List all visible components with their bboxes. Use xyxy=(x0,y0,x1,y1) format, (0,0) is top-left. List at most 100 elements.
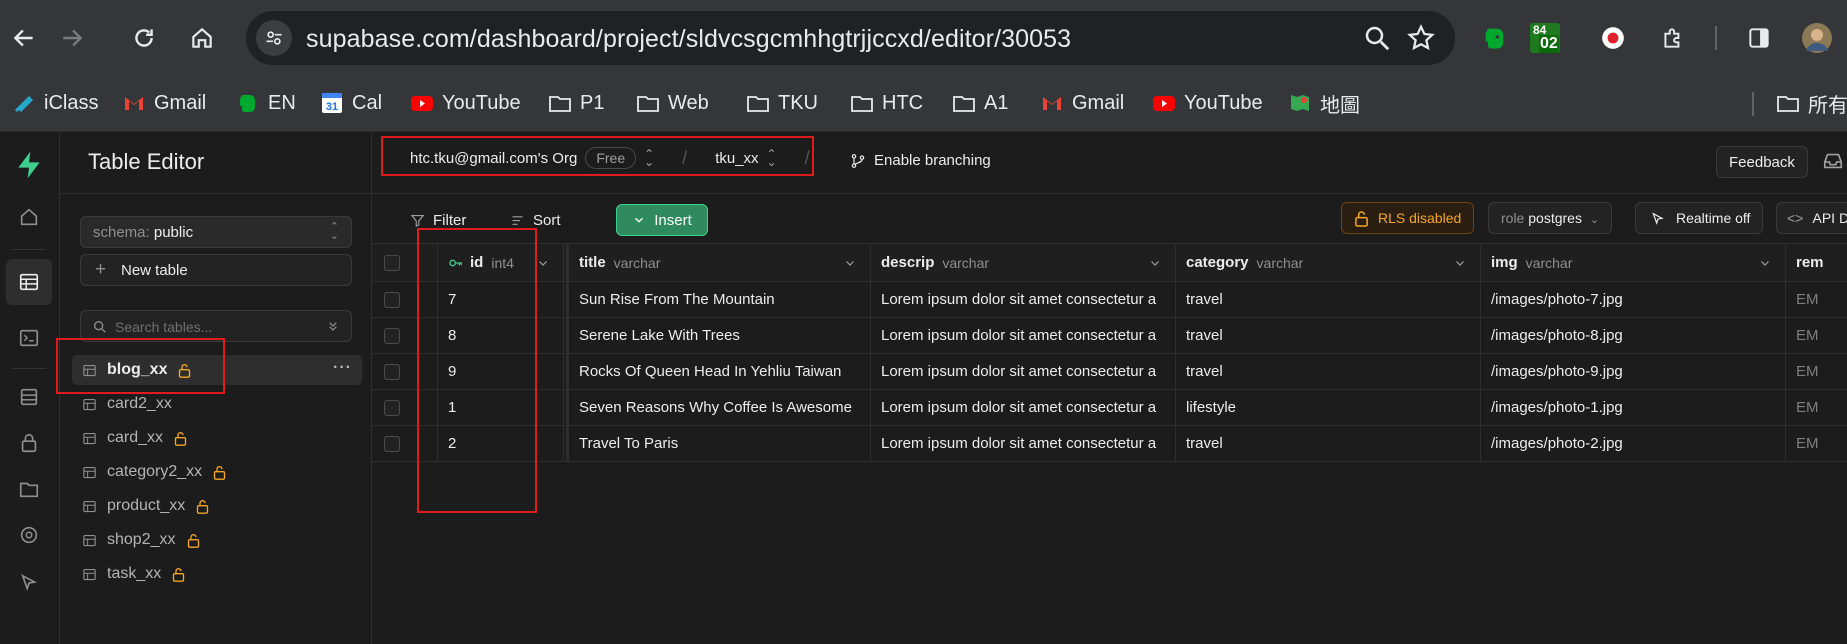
chevron-down-icon[interactable] xyxy=(844,257,856,269)
realtime-toggle-button[interactable]: Realtime off xyxy=(1635,202,1764,234)
chevrons-down-icon[interactable] xyxy=(325,318,341,334)
cell-id[interactable]: 2 xyxy=(438,426,564,461)
schema-selector[interactable]: schema: public ⌃ ⌄ xyxy=(80,216,352,248)
cell-rem[interactable]: EM xyxy=(1786,318,1847,353)
table-item-blog-xx[interactable]: blog_xx ··· xyxy=(72,355,362,385)
chevron-down-icon[interactable] xyxy=(1454,257,1466,269)
feedback-button[interactable]: Feedback xyxy=(1716,146,1808,178)
chevron-down-icon[interactable] xyxy=(1759,257,1771,269)
bookmark-folder-tku[interactable]: TKU xyxy=(746,85,818,121)
bookmark-en[interactable]: EN xyxy=(236,85,296,121)
badge-extension[interactable]: 84 02 xyxy=(1528,20,1562,56)
cell-category[interactable]: travel xyxy=(1176,354,1481,389)
cell-title[interactable]: Rocks Of Queen Head In Yehliu Taiwan xyxy=(566,354,871,389)
column-header-id[interactable]: id int4 xyxy=(438,244,564,281)
table-item-product-xx[interactable]: product_xx xyxy=(72,491,362,521)
cell-id[interactable]: 1 xyxy=(438,390,564,425)
column-header-descrip[interactable]: descrip varchar xyxy=(871,244,1176,281)
address-bar[interactable]: supabase.com/dashboard/project/sldvcsgcm… xyxy=(246,11,1455,65)
cell-img[interactable]: /images/photo-8.jpg xyxy=(1481,318,1786,353)
sort-button[interactable]: Sort xyxy=(510,206,561,234)
select-all-checkbox[interactable] xyxy=(384,254,400,271)
site-info-button[interactable] xyxy=(256,20,292,56)
rail-auth[interactable] xyxy=(6,420,52,466)
filter-button[interactable]: Filter xyxy=(410,206,466,234)
zoom-icon[interactable] xyxy=(1362,23,1392,53)
bookmark-folder-web[interactable]: Web xyxy=(636,85,709,121)
bookmark-gmail-2[interactable]: Gmail xyxy=(1040,85,1124,121)
bookmark-iclass[interactable]: iClass xyxy=(12,85,98,121)
row-checkbox[interactable] xyxy=(384,291,400,308)
bookmark-folder-htc[interactable]: HTC xyxy=(850,85,923,121)
table-row[interactable]: 7 Sun Rise From The Mountain Lorem ipsum… xyxy=(372,282,1847,318)
cell-descrip[interactable]: Lorem ipsum dolor sit amet consectetur a xyxy=(871,282,1176,317)
role-selector[interactable]: role postgres ⌄ xyxy=(1488,202,1613,234)
table-item-card2-xx[interactable]: card2_xx xyxy=(72,389,362,419)
row-checkbox[interactable] xyxy=(384,363,400,380)
bookmark-gmail[interactable]: Gmail xyxy=(122,85,206,121)
table-item-card-xx[interactable]: card_xx xyxy=(72,423,362,453)
rail-home[interactable] xyxy=(6,194,52,240)
profile-avatar[interactable] xyxy=(1800,20,1834,56)
row-checkbox[interactable] xyxy=(384,435,400,452)
rail-edge-functions[interactable] xyxy=(6,560,52,606)
org-selector[interactable]: htc.tku@gmail.com's Org xyxy=(410,150,577,167)
cell-category[interactable]: lifestyle xyxy=(1176,390,1481,425)
evernote-extension[interactable] xyxy=(1478,20,1512,56)
cell-category[interactable]: travel xyxy=(1176,282,1481,317)
cell-img[interactable]: /images/photo-9.jpg xyxy=(1481,354,1786,389)
bookmark-cal[interactable]: 31 Cal xyxy=(320,85,382,121)
table-item-category2-xx[interactable]: category2_xx xyxy=(72,457,362,487)
url-text[interactable]: supabase.com/dashboard/project/sldvcsgcm… xyxy=(306,25,1071,54)
row-checkbox[interactable] xyxy=(384,327,400,344)
enable-branching-button[interactable]: Enable branching xyxy=(850,152,991,169)
cell-rem[interactable]: EM xyxy=(1786,354,1847,389)
table-row[interactable]: 1 Seven Reasons Why Coffee Is Awesome Lo… xyxy=(372,390,1847,426)
home-button[interactable] xyxy=(184,20,220,56)
bookmark-maps[interactable]: 地圖 xyxy=(1288,85,1360,121)
cell-rem[interactable]: EM xyxy=(1786,426,1847,461)
column-header-category[interactable]: category varchar xyxy=(1176,244,1481,281)
column-header-rem[interactable]: rem xyxy=(1786,244,1847,281)
cell-img[interactable]: /images/photo-2.jpg xyxy=(1481,426,1786,461)
supabase-logo[interactable] xyxy=(6,142,52,188)
column-header-img[interactable]: img varchar xyxy=(1481,244,1786,281)
cell-descrip[interactable]: Lorem ipsum dolor sit amet consectetur a xyxy=(871,426,1176,461)
chevron-down-icon[interactable] xyxy=(1149,257,1161,269)
cell-category[interactable]: travel xyxy=(1176,318,1481,353)
cell-category[interactable]: travel xyxy=(1176,426,1481,461)
reload-button[interactable] xyxy=(126,20,162,56)
cell-descrip[interactable]: Lorem ipsum dolor sit amet consectetur a xyxy=(871,318,1176,353)
inbox-icon[interactable] xyxy=(1822,150,1844,172)
chevron-updown-icon[interactable]: ⌃ ⌄ xyxy=(767,148,777,168)
table-row[interactable]: 2 Travel To Paris Lorem ipsum dolor sit … xyxy=(372,426,1847,462)
cell-img[interactable]: /images/photo-1.jpg xyxy=(1481,390,1786,425)
cell-title[interactable]: Serene Lake With Trees xyxy=(566,318,871,353)
bookmark-youtube[interactable]: YouTube xyxy=(410,85,521,121)
api-docs-button[interactable]: <> API D xyxy=(1776,202,1847,234)
bookmark-folder-a1[interactable]: A1 xyxy=(952,85,1008,121)
star-icon[interactable] xyxy=(1406,23,1436,53)
cell-rem[interactable]: EM xyxy=(1786,282,1847,317)
cell-img[interactable]: /images/photo-7.jpg xyxy=(1481,282,1786,317)
chevron-down-icon[interactable] xyxy=(537,257,549,269)
cell-id[interactable]: 9 xyxy=(438,354,564,389)
insert-button[interactable]: Insert xyxy=(616,204,708,236)
cell-id[interactable]: 7 xyxy=(438,282,564,317)
side-panel-button[interactable] xyxy=(1742,20,1776,56)
cell-id[interactable]: 8 xyxy=(438,318,564,353)
rail-database[interactable] xyxy=(6,374,52,420)
forward-button[interactable] xyxy=(54,20,90,56)
record-extension[interactable] xyxy=(1596,20,1630,56)
rail-realtime[interactable] xyxy=(6,512,52,558)
bookmark-youtube-2[interactable]: YouTube xyxy=(1152,85,1263,121)
project-selector[interactable]: tku_xx xyxy=(715,150,758,167)
cell-descrip[interactable]: Lorem ipsum dolor sit amet consectetur a xyxy=(871,390,1176,425)
row-checkbox[interactable] xyxy=(384,399,400,416)
bookmark-all-folder[interactable]: 所有 xyxy=(1776,85,1847,121)
table-item-shop2-xx[interactable]: shop2_xx xyxy=(72,525,362,555)
more-options-icon[interactable]: ··· xyxy=(333,359,352,377)
rail-table-editor[interactable] xyxy=(6,259,52,305)
new-table-button[interactable]: + New table xyxy=(80,254,352,286)
cell-title[interactable]: Seven Reasons Why Coffee Is Awesome xyxy=(566,390,871,425)
